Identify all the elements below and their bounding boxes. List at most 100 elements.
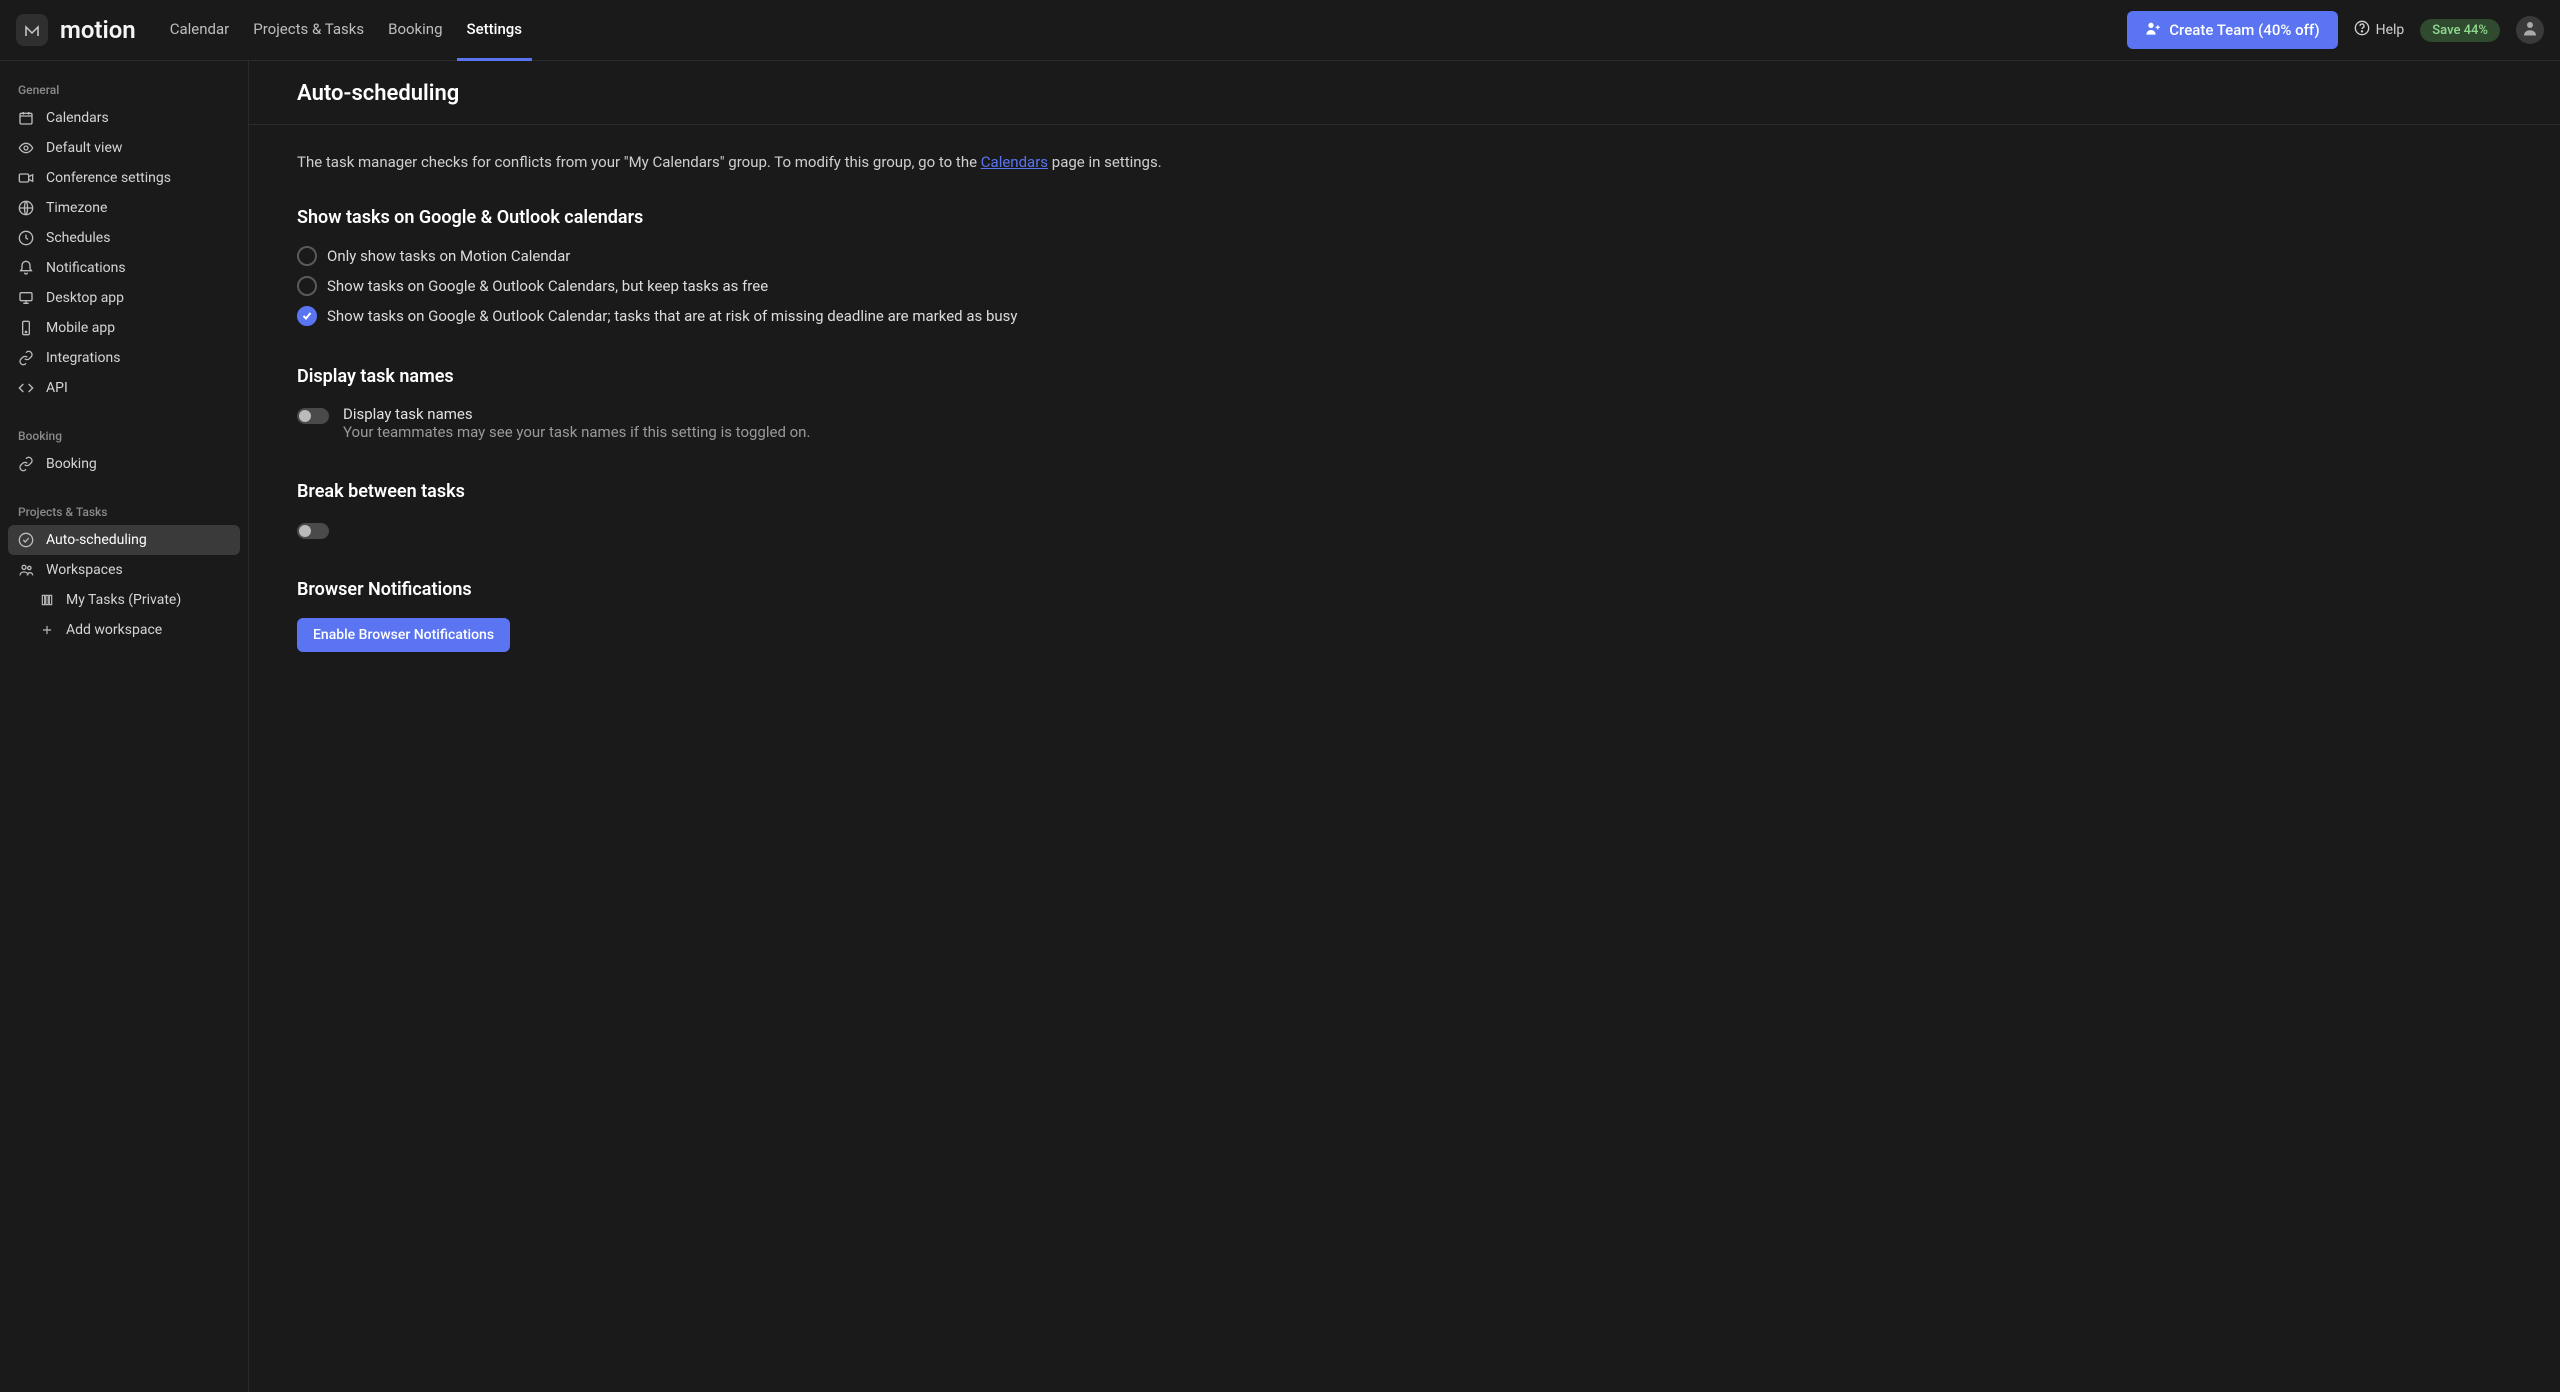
description-line: The task manager checks for conflicts fr…: [297, 153, 2512, 171]
top-nav: Calendar Projects & Tasks Booking Settin…: [160, 0, 532, 61]
display-names-toggle-label: Display task names: [343, 405, 810, 423]
link-icon: [18, 456, 34, 472]
sidebar-item-label: Calendars: [46, 110, 109, 126]
description-before: The task manager checks for conflicts fr…: [297, 153, 981, 171]
sidebar-item-label: API: [46, 380, 68, 396]
help-button[interactable]: Help: [2354, 20, 2405, 40]
sidebar-item-api[interactable]: API: [8, 373, 240, 403]
sidebar-section-projects-tasks: Projects & Tasks: [8, 495, 240, 525]
sidebar-section-booking: Booking: [8, 419, 240, 449]
create-team-label: Create Team (40% off): [2169, 21, 2319, 39]
sidebar-item-notifications[interactable]: Notifications: [8, 253, 240, 283]
show-tasks-radio-group: Only show tasks on Motion Calendar Show …: [297, 246, 2512, 326]
sidebar-item-label: Mobile app: [46, 320, 115, 336]
browser-notifications-section: Browser Notifications Enable Browser Not…: [297, 579, 2512, 652]
nav-booking[interactable]: Booking: [378, 0, 452, 61]
sidebar-item-calendars[interactable]: Calendars: [8, 103, 240, 133]
mobile-icon: [18, 320, 34, 336]
radio-label: Show tasks on Google & Outlook Calendars…: [327, 277, 768, 295]
create-team-button[interactable]: Create Team (40% off): [2127, 11, 2337, 49]
nav-projects-tasks[interactable]: Projects & Tasks: [243, 0, 374, 61]
main-content: Auto-scheduling The task manager checks …: [249, 61, 2560, 1392]
calendars-link[interactable]: Calendars: [981, 153, 1048, 171]
sidebar-item-label: Booking: [46, 456, 97, 472]
sidebar-item-default-view[interactable]: Default view: [8, 133, 240, 163]
brand-name: motion: [60, 16, 136, 44]
bell-icon: [18, 260, 34, 276]
code-icon: [18, 380, 34, 396]
sidebar-item-schedules[interactable]: Schedules: [8, 223, 240, 253]
radio-option-0[interactable]: Only show tasks on Motion Calendar: [297, 246, 2512, 266]
browser-notifications-heading: Browser Notifications: [297, 579, 2512, 600]
sidebar-item-conference-settings[interactable]: Conference settings: [8, 163, 240, 193]
radio-icon-checked: [297, 306, 317, 326]
sidebar-item-auto-scheduling[interactable]: Auto-scheduling: [8, 525, 240, 555]
desktop-icon: [18, 290, 34, 306]
description-after: page in settings.: [1052, 153, 1162, 171]
display-names-heading: Display task names: [297, 366, 2512, 387]
break-between-heading: Break between tasks: [297, 481, 2512, 502]
sidebar-item-mobile-app[interactable]: Mobile app: [8, 313, 240, 343]
sidebar-item-label: Desktop app: [46, 290, 124, 306]
logo-block: motion: [16, 14, 136, 46]
sidebar-item-label: Integrations: [46, 350, 120, 366]
sidebar-item-label: Auto-scheduling: [46, 532, 147, 548]
link-icon: [18, 350, 34, 366]
display-names-row: Display task names Your teammates may se…: [297, 405, 2512, 441]
columns-icon: [40, 593, 54, 607]
radio-option-2[interactable]: Show tasks on Google & Outlook Calendar;…: [297, 306, 2512, 326]
sidebar-item-workspaces[interactable]: Workspaces: [8, 555, 240, 585]
topbar-right: Create Team (40% off) Help Save 44%: [2127, 11, 2544, 49]
clock-icon: [18, 230, 34, 246]
break-between-section: Break between tasks: [297, 481, 2512, 539]
avatar[interactable]: [2516, 16, 2544, 44]
sidebar-item-label: My Tasks (Private): [66, 592, 181, 608]
show-tasks-heading: Show tasks on Google & Outlook calendars: [297, 207, 2512, 228]
user-icon: [2521, 19, 2539, 41]
display-names-toggle[interactable]: [297, 408, 329, 424]
save-badge[interactable]: Save 44%: [2420, 19, 2500, 42]
radio-label: Only show tasks on Motion Calendar: [327, 247, 570, 265]
main-header: Auto-scheduling: [249, 61, 2560, 125]
sidebar-section-general: General: [8, 73, 240, 103]
break-between-row: [297, 520, 2512, 539]
topbar: motion Calendar Projects & Tasks Booking…: [0, 0, 2560, 61]
calendar-icon: [18, 110, 34, 126]
break-between-toggle[interactable]: [297, 523, 329, 539]
sidebar: General Calendars Default view Conferenc…: [0, 61, 249, 1392]
video-icon: [18, 170, 34, 186]
show-tasks-section: Show tasks on Google & Outlook calendars…: [297, 207, 2512, 326]
sidebar-item-desktop-app[interactable]: Desktop app: [8, 283, 240, 313]
page-title: Auto-scheduling: [297, 81, 2512, 106]
radio-label: Show tasks on Google & Outlook Calendar;…: [327, 307, 1018, 325]
sidebar-item-label: Add workspace: [66, 622, 162, 638]
sidebar-item-label: Workspaces: [46, 562, 123, 578]
sidebar-item-integrations[interactable]: Integrations: [8, 343, 240, 373]
display-names-section: Display task names Display task names Yo…: [297, 366, 2512, 441]
enable-browser-notifications-button[interactable]: Enable Browser Notifications: [297, 618, 510, 652]
radio-icon: [297, 246, 317, 266]
user-plus-icon: [2145, 20, 2161, 40]
sidebar-item-booking[interactable]: Booking: [8, 449, 240, 479]
sidebar-item-label: Timezone: [46, 200, 107, 216]
plus-icon: [40, 623, 54, 637]
nav-settings[interactable]: Settings: [457, 0, 533, 61]
sidebar-item-my-tasks-private[interactable]: My Tasks (Private): [8, 585, 240, 615]
sidebar-item-add-workspace[interactable]: Add workspace: [8, 615, 240, 645]
radio-option-1[interactable]: Show tasks on Google & Outlook Calendars…: [297, 276, 2512, 296]
sidebar-item-label: Schedules: [46, 230, 110, 246]
sidebar-item-label: Notifications: [46, 260, 126, 276]
display-names-toggle-help: Your teammates may see your task names i…: [343, 423, 810, 441]
sidebar-item-timezone[interactable]: Timezone: [8, 193, 240, 223]
nav-calendar[interactable]: Calendar: [160, 0, 240, 61]
globe-icon: [18, 200, 34, 216]
eye-icon: [18, 140, 34, 156]
help-icon: [2354, 20, 2370, 40]
sidebar-item-label: Conference settings: [46, 170, 171, 186]
sidebar-item-label: Default view: [46, 140, 122, 156]
help-label: Help: [2376, 22, 2405, 38]
check-circle-icon: [18, 532, 34, 548]
logo-icon: [16, 14, 48, 46]
radio-icon: [297, 276, 317, 296]
users-icon: [18, 562, 34, 578]
